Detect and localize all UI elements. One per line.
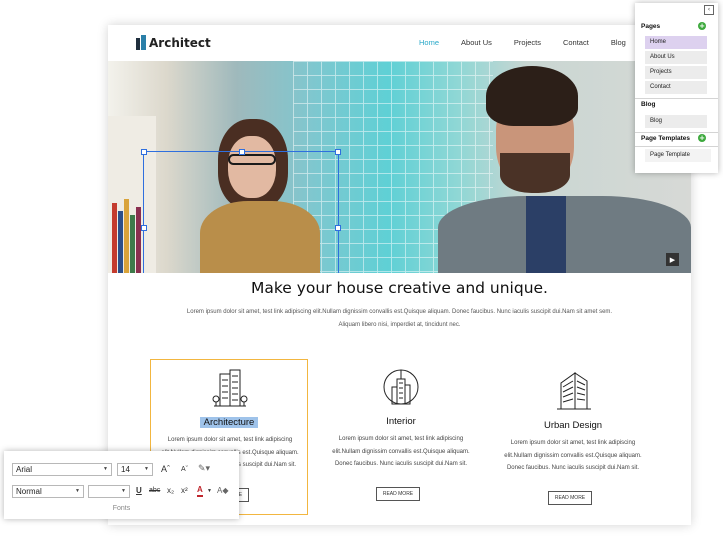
chevron-down-icon[interactable]: ▼ bbox=[207, 486, 212, 496]
page-item-projects[interactable]: Projects bbox=[645, 66, 707, 79]
toolbar-group-label: Fonts bbox=[112, 505, 131, 512]
feature-title: Urban Design bbox=[543, 420, 603, 431]
collapse-icon[interactable]: ‹ bbox=[704, 5, 714, 15]
logo-building-icon bbox=[136, 35, 146, 50]
divider bbox=[635, 146, 718, 147]
page-headline: Make your house creative and unique. bbox=[251, 279, 548, 297]
line-height-select[interactable]: ▼ bbox=[88, 485, 130, 498]
chevron-down-icon: ▼ bbox=[103, 466, 108, 472]
template-item[interactable]: Page Template bbox=[645, 149, 711, 162]
chevron-down-icon: ▼ bbox=[144, 466, 149, 472]
read-more-button[interactable]: READ MORE bbox=[376, 487, 420, 501]
feature-description: Lorem ipsum dolor sit amet, test link ad… bbox=[504, 440, 642, 471]
nav-item-blog[interactable]: Blog bbox=[611, 38, 626, 47]
play-icon[interactable]: ▶ bbox=[666, 253, 679, 266]
highlight-icon[interactable]: A◆ bbox=[217, 486, 229, 496]
page-item-contact[interactable]: Contact bbox=[645, 81, 707, 94]
intro-paragraph: Lorem ipsum dolor sit amet, test link ad… bbox=[186, 309, 613, 328]
add-page-icon[interactable]: + bbox=[698, 22, 706, 30]
resize-handle[interactable] bbox=[141, 225, 147, 231]
font-toolbar: Arial ▼ 14 ▼ Aˆ Aˇ ✎▾ Normal ▼ ▼ U abc x₂ x… bbox=[4, 451, 239, 519]
page-item-home[interactable]: Home bbox=[645, 36, 707, 49]
feature-interior: Interior Lorem ipsum dolor sit amet, tes… bbox=[322, 359, 480, 515]
skyscraper-icon bbox=[212, 369, 248, 407]
feature-urban-design: Urban Design Lorem ipsum dolor sit amet,… bbox=[494, 363, 652, 519]
site-header: Architect Home About Us Projects Contact… bbox=[108, 25, 691, 61]
tower-circle-icon bbox=[383, 369, 419, 405]
grow-font-icon[interactable]: Aˆ bbox=[161, 464, 170, 474]
font-size-select[interactable]: 14 ▼ bbox=[117, 463, 153, 476]
nav-item-home[interactable]: Home bbox=[419, 38, 439, 47]
main-nav: Home About Us Projects Contact Blog bbox=[419, 38, 648, 47]
hero-image[interactable]: ▶ bbox=[108, 61, 691, 273]
building-perspective-icon bbox=[557, 372, 591, 410]
pages-panel: ‹ Pages + Home About Us Projects Contact… bbox=[635, 3, 718, 173]
shrink-font-icon[interactable]: Aˇ bbox=[181, 465, 188, 475]
feature-description: Lorem ipsum dolor sit amet, test link ad… bbox=[332, 436, 470, 467]
chevron-down-icon: ▼ bbox=[75, 488, 80, 494]
read-more-button[interactable]: READ MORE bbox=[548, 491, 592, 505]
font-family-select[interactable]: Arial ▼ bbox=[12, 463, 112, 476]
nav-item-projects[interactable]: Projects bbox=[514, 38, 541, 47]
strikethrough-icon[interactable]: abc bbox=[149, 486, 160, 496]
font-color-icon[interactable]: A bbox=[197, 485, 203, 497]
subscript-icon[interactable]: x₂ bbox=[167, 486, 174, 496]
clear-format-icon[interactable]: ✎▾ bbox=[198, 463, 210, 473]
blog-item[interactable]: Blog bbox=[645, 115, 707, 128]
underline-icon[interactable]: U bbox=[136, 486, 142, 496]
resize-handle[interactable] bbox=[335, 225, 341, 231]
logo-text: Architect bbox=[149, 35, 211, 50]
divider bbox=[635, 98, 718, 99]
site-logo[interactable]: Architect bbox=[136, 35, 211, 50]
resize-handle[interactable] bbox=[141, 149, 147, 155]
divider bbox=[635, 132, 718, 133]
pages-heading: Pages bbox=[641, 23, 661, 30]
feature-title: Interior bbox=[386, 416, 416, 427]
superscript-icon[interactable]: x² bbox=[181, 486, 188, 496]
resize-handle[interactable] bbox=[335, 149, 341, 155]
nav-item-about-us[interactable]: About Us bbox=[461, 38, 492, 47]
selection-box[interactable] bbox=[141, 149, 341, 273]
nav-item-contact[interactable]: Contact bbox=[563, 38, 589, 47]
paragraph-style-select[interactable]: Normal ▼ bbox=[12, 485, 84, 498]
page-templates-heading: Page Templates bbox=[641, 135, 691, 142]
page-item-about-us[interactable]: About Us bbox=[645, 51, 707, 64]
chevron-down-icon: ▼ bbox=[121, 488, 126, 494]
blog-heading: Blog bbox=[641, 101, 656, 108]
feature-title[interactable]: Architecture bbox=[199, 417, 259, 428]
add-template-icon[interactable]: + bbox=[698, 134, 706, 142]
resize-handle[interactable] bbox=[239, 149, 245, 155]
